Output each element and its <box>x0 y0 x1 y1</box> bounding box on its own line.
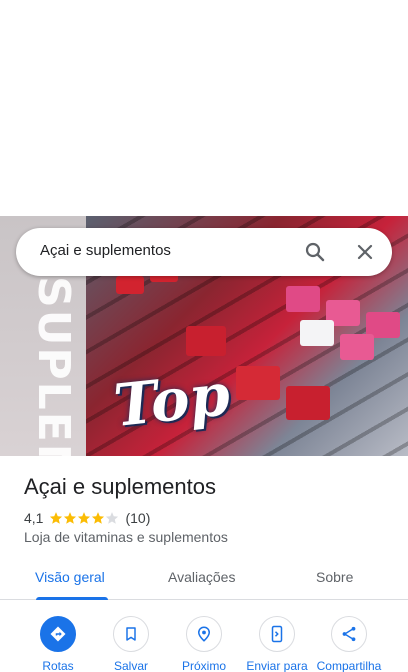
nearby-button[interactable]: Próximo <box>166 616 242 672</box>
search-bar[interactable]: Açai e suplementos <box>16 228 392 276</box>
search-input[interactable]: Açai e suplementos <box>40 242 171 259</box>
star-icon <box>64 512 77 524</box>
place-title: Açai e suplementos <box>24 474 216 499</box>
action-bar: Rotas Salvar Próximo Enviar para Compart… <box>0 616 408 672</box>
tab-about[interactable]: Sobre <box>316 569 353 585</box>
active-tab-indicator <box>36 597 108 600</box>
review-count[interactable]: (10) <box>125 510 150 526</box>
rating-row[interactable]: 4,1 (10) <box>24 509 150 527</box>
store-logo: Top <box>110 360 233 440</box>
close-icon[interactable] <box>353 240 377 264</box>
star-icon <box>78 512 91 524</box>
search-icon[interactable] <box>303 240 327 264</box>
banner-text: SUPLEME <box>28 276 79 456</box>
share-label: Compartilha <box>316 659 382 672</box>
bookmark-icon <box>126 627 136 641</box>
star-empty-icon <box>106 512 119 524</box>
directions-label: Rotas <box>42 659 74 672</box>
directions-icon <box>50 626 66 642</box>
rating-value: 4,1 <box>24 510 44 526</box>
send-to-phone-icon <box>271 625 283 643</box>
share-icon <box>342 626 356 642</box>
send-to-phone-label: Enviar para <box>246 659 308 672</box>
tab-reviews[interactable]: Avaliações <box>168 569 235 585</box>
tab-overview[interactable]: Visão geral <box>35 569 105 585</box>
rating-stars <box>49 511 119 525</box>
nearby-icon <box>197 626 211 642</box>
tab-bar: Visão geral Avaliações Sobre <box>0 560 408 600</box>
save-button[interactable]: Salvar <box>93 616 169 672</box>
map-area[interactable] <box>0 0 408 216</box>
send-to-phone-button[interactable]: Enviar para <box>239 616 315 672</box>
nearby-label: Próximo <box>181 659 226 672</box>
place-category: Loja de vitaminas e suplementos <box>24 529 228 545</box>
directions-button[interactable]: Rotas <box>20 616 96 672</box>
star-icon <box>92 512 105 524</box>
save-label: Salvar <box>113 659 148 672</box>
share-button[interactable]: Compartilha <box>311 616 387 672</box>
star-icon <box>50 512 63 524</box>
